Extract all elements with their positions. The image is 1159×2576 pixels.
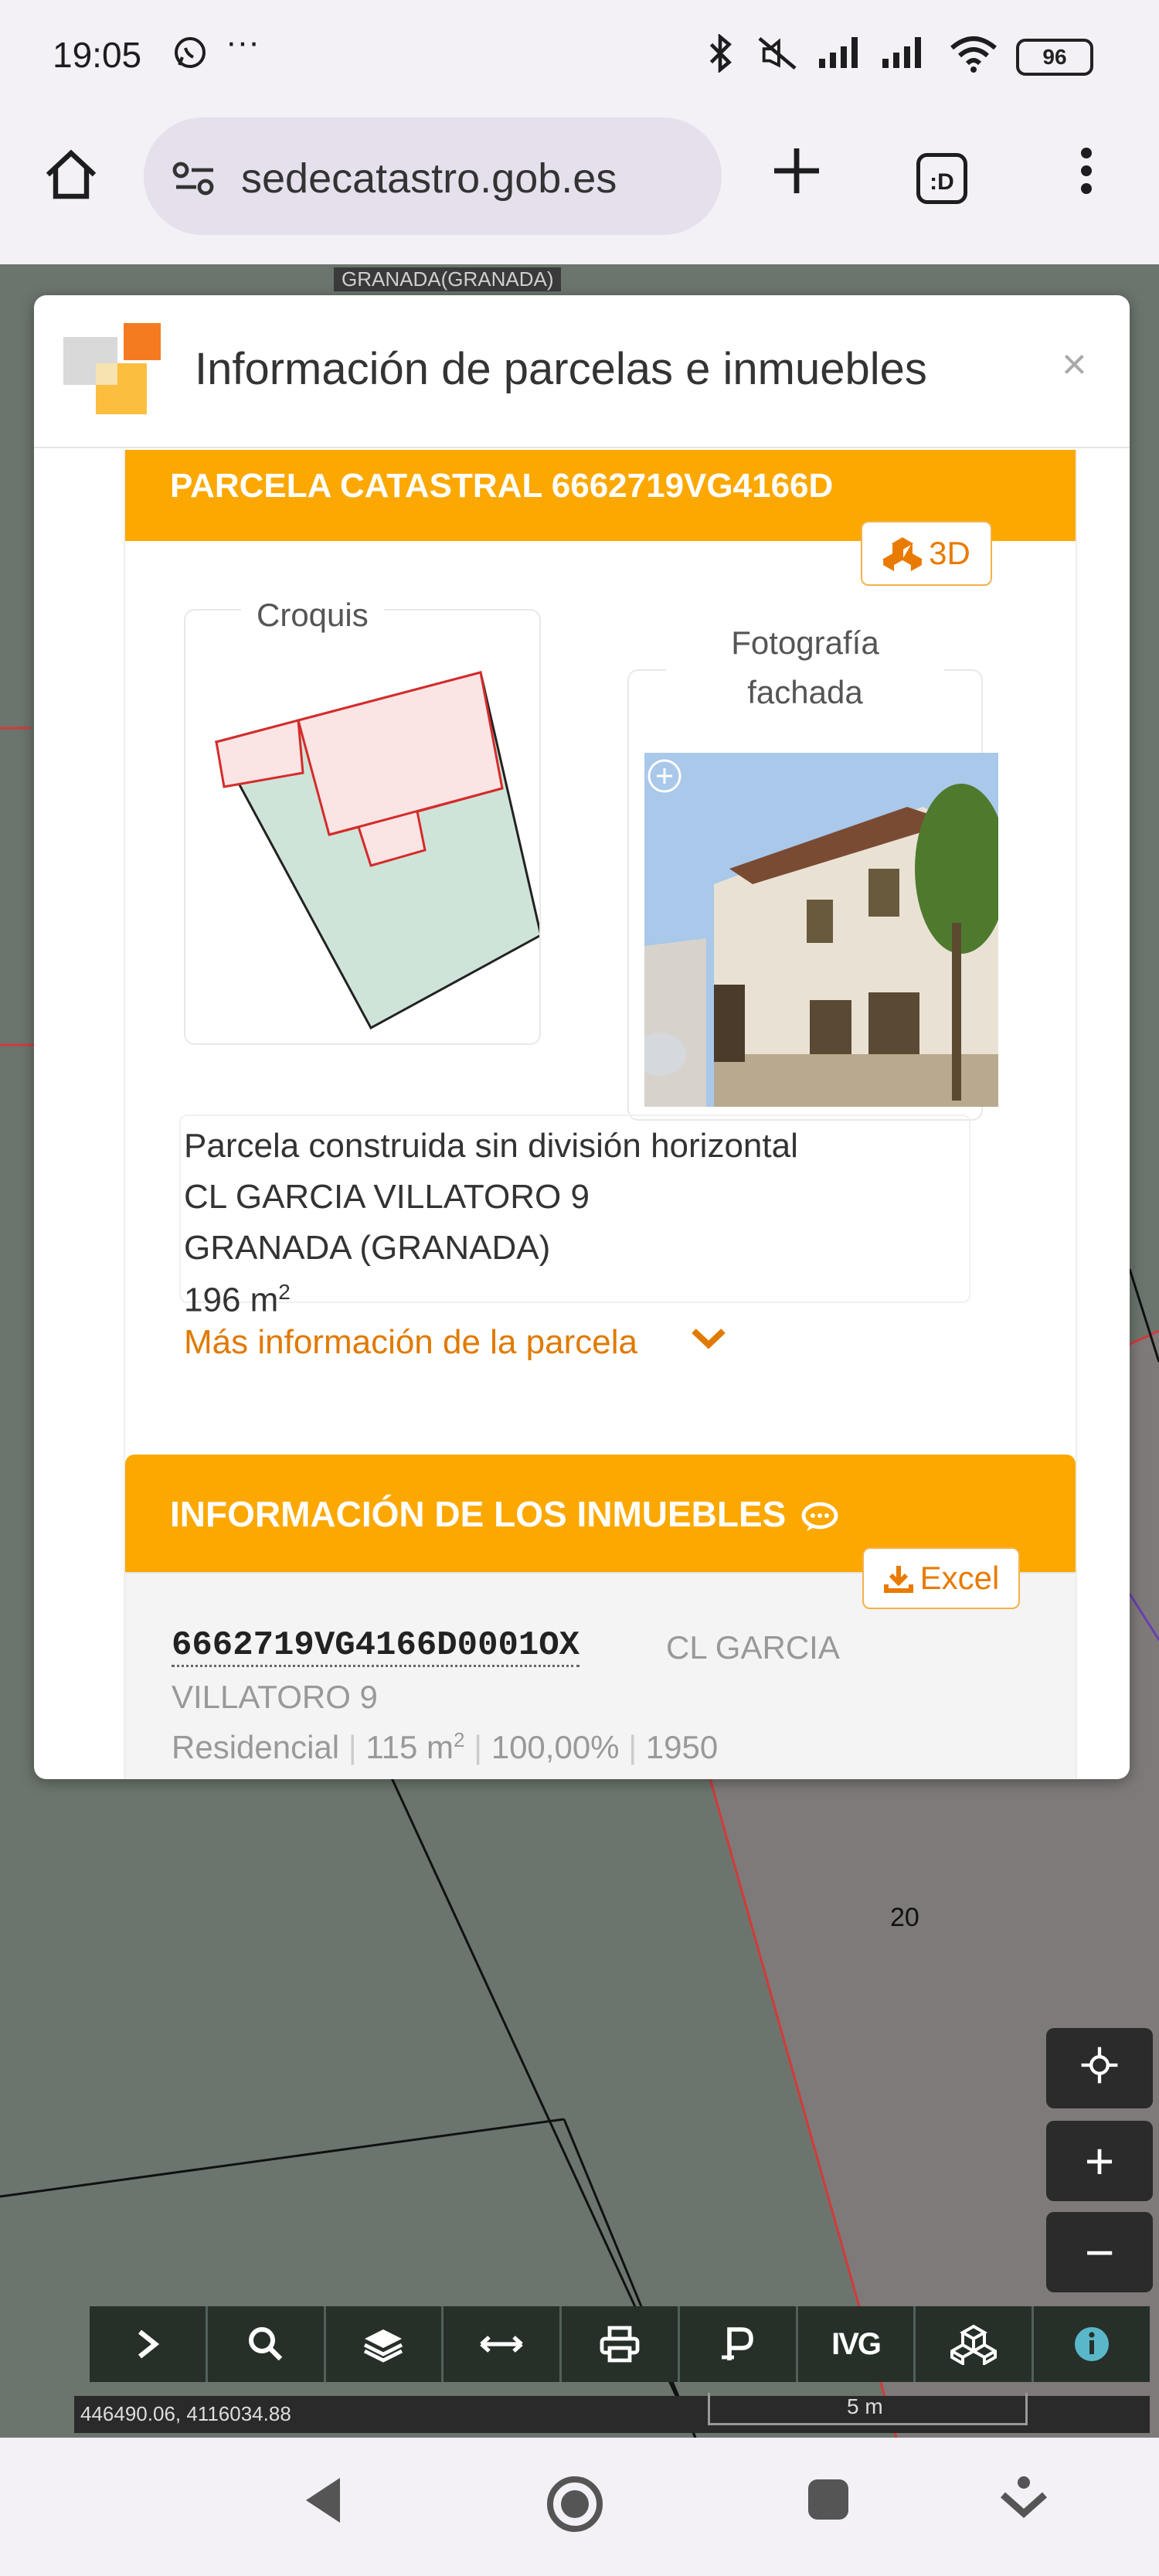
info-button[interactable] <box>1034 2306 1150 2382</box>
parcel-type: Parcela construida sin división horizont… <box>184 1127 798 1165</box>
excel-download-button[interactable]: Excel <box>862 1547 1020 1609</box>
property-details: Residencial | 115 m2 | 100,00% | 1950 <box>172 1728 719 1765</box>
assistant-icon[interactable] <box>997 2473 1051 2540</box>
home-icon[interactable] <box>40 144 102 214</box>
catastro-logo-icon <box>62 323 162 427</box>
recents-icon[interactable] <box>805 2473 851 2535</box>
site-settings-icon[interactable] <box>172 159 218 202</box>
tab-count: :D <box>916 153 967 204</box>
parcel-info-button[interactable] <box>680 2306 798 2382</box>
whatsapp-icon <box>172 34 209 80</box>
battery-indicator: 96 <box>1016 39 1093 76</box>
search-button[interactable] <box>208 2306 326 2382</box>
parcel-title: PARCELA CATASTRAL 6662719VG4166D <box>170 467 834 505</box>
parcel-area-value: 196 m <box>184 1281 279 1319</box>
facade-label-line-2: fachada <box>747 674 863 710</box>
properties-title: INFORMACIÓN DE LOS INMUEBLES <box>170 1493 839 1535</box>
coordinate-readout: 446490.06, 4116034.88 <box>80 2402 291 2425</box>
sketch-label: Croquis <box>241 597 384 634</box>
signal-icon <box>817 34 867 78</box>
property-reference-link[interactable]: 6662719VG4166D0001OX <box>172 1626 580 1667</box>
chevron-down-icon[interactable] <box>689 1322 728 1359</box>
ivg-button[interactable]: IVG <box>798 2306 916 2382</box>
map-municipality-label: GRANADA(GRANADA) <box>334 267 562 291</box>
parcel-info-dialog: Información de parcelas e inmuebles × PA… <box>34 295 1130 1779</box>
locate-button[interactable] <box>1046 2028 1153 2108</box>
measure-button[interactable] <box>444 2306 563 2382</box>
zoom-in-button[interactable]: + <box>1046 2121 1153 2201</box>
more-icon: ··· <box>226 23 260 61</box>
facade-photo-label: Fotografía fachada <box>666 618 944 717</box>
download-icon <box>883 1566 913 1593</box>
status-bar: 19:05 ··· 96 <box>0 0 1159 116</box>
facade-label-line-1: Fotografía <box>731 624 879 661</box>
mute-icon <box>754 34 800 81</box>
close-button[interactable]: × <box>1062 339 1087 389</box>
back-icon[interactable] <box>300 2473 346 2540</box>
zoom-out-button[interactable]: − <box>1046 2212 1153 2292</box>
excel-button-label: Excel <box>919 1560 1000 1596</box>
expand-toolbar-button[interactable] <box>90 2306 208 2382</box>
parcel-sketch <box>184 609 541 1045</box>
map-parcel-number: 20 <box>890 1903 919 1932</box>
property-use: Residencial <box>172 1729 340 1765</box>
address-bar[interactable]: sedecatastro.gob.es <box>144 117 722 235</box>
tab-switcher-button[interactable]: :D <box>916 144 967 204</box>
signal-icon <box>881 34 930 78</box>
print-button[interactable] <box>562 2306 680 2382</box>
property-area-exp: 2 <box>454 1728 465 1751</box>
scale-label: 5 m <box>847 2394 883 2418</box>
clock: 19:05 <box>53 35 142 75</box>
overflow-menu-icon[interactable] <box>1071 144 1102 206</box>
parcel-address: CL GARCIA VILLATORO 9 <box>184 1178 590 1216</box>
parcel-city: GRANADA (GRANADA) <box>184 1229 551 1267</box>
dialog-body[interactable]: PARCELA CATASTRAL 6662719VG4166D 3D Croq… <box>124 450 1077 1779</box>
property-year: 1950 <box>645 1729 719 1765</box>
property-area: 115 m <box>365 1729 454 1765</box>
dialog-header: Información de parcelas e inmuebles × <box>34 295 1130 448</box>
more-parcel-info-link[interactable]: Más información de la parcela <box>184 1323 637 1362</box>
parcel-area-unit-exp: 2 <box>278 1280 291 1304</box>
3d-button-label: 3D <box>929 535 970 571</box>
bluetooth-icon <box>705 32 736 81</box>
home-nav-icon[interactable] <box>544 2473 606 2547</box>
property-share: 100,00% <box>491 1729 620 1765</box>
3d-button[interactable]: 3D <box>861 521 992 586</box>
comment-icon[interactable] <box>800 1502 839 1533</box>
layers-button[interactable] <box>326 2306 444 2382</box>
property-address-line-1: CL GARCIA <box>666 1629 840 1666</box>
cubes-icon <box>882 537 923 571</box>
url-text[interactable]: sedecatastro.gob.es <box>241 155 617 202</box>
facade-photo[interactable] <box>644 753 998 1107</box>
new-tab-icon[interactable] <box>770 144 824 206</box>
property-address-line-2: VILLATORO 9 <box>172 1679 378 1715</box>
3d-view-button[interactable] <box>916 2306 1035 2382</box>
properties-title-text: INFORMACIÓN DE LOS INMUEBLES <box>170 1494 787 1534</box>
parcel-area: 196 m2 <box>184 1280 291 1320</box>
map-toolbar: IVG <box>90 2306 1150 2382</box>
dialog-title: Información de parcelas e inmuebles <box>195 344 927 394</box>
wifi-icon <box>949 34 998 81</box>
